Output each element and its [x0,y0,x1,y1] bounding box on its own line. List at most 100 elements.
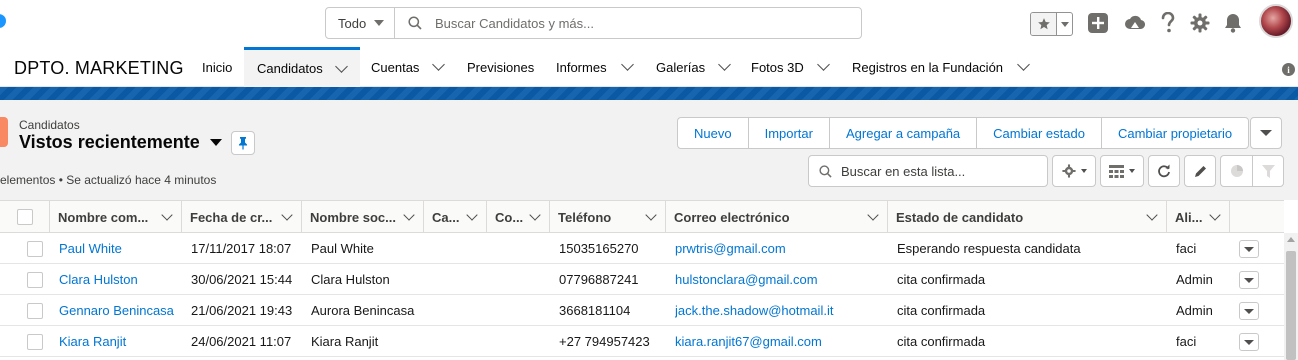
app-logo[interactable] [0,14,6,28]
list-settings-button[interactable] [1052,155,1096,187]
email-link[interactable]: kiara.ranjit67@gmail.com [675,326,885,357]
chevron-down-icon [1129,169,1135,173]
column-header-fecha[interactable]: Fecha de cr... [182,201,302,233]
setup-gear-icon[interactable] [1189,12,1211,34]
chevron-down-icon[interactable] [209,139,222,146]
chevron-down-icon[interactable] [867,208,879,221]
list-view-selector[interactable]: Vistos recientemente [19,132,222,153]
row-actions-button[interactable] [1239,271,1259,289]
nav-item-label: Informes [556,59,607,75]
email-link[interactable]: prwtris@gmail.com [675,233,885,264]
change-status-button[interactable]: Cambiar estado [977,118,1102,148]
chevron-down-icon[interactable] [466,208,478,221]
partner-name-cell: Kiara Ranjit [311,334,379,349]
column-header-co[interactable]: Co... [487,201,550,233]
column-header-estado[interactable]: Estado de candidato [888,201,1167,233]
filter-icon [1261,164,1275,178]
lead-name-link[interactable]: Gennaro Benincasa [59,295,179,326]
status-cell: cita confirmada [897,334,986,349]
table-scrollbar[interactable] [1284,233,1298,360]
display-as-button[interactable] [1100,155,1144,187]
nav-item-cuentas[interactable]: Cuentas [371,47,446,87]
column-header-telefono[interactable]: Teléfono [550,201,666,233]
chevron-down-icon[interactable] [1017,58,1030,71]
chevron-down-icon[interactable] [645,208,657,221]
partner-name-cell: Clara Hulston [311,272,390,287]
chevron-down-icon[interactable] [281,208,293,221]
notifications-bell-icon[interactable] [1222,12,1244,34]
nav-item-candidatos[interactable]: Candidatos [244,47,360,87]
nav-item-registros-fundacion[interactable]: Registros en la Fundación [852,47,1030,87]
chevron-down-icon[interactable] [334,59,348,73]
alias-cell: Admin [1176,303,1213,318]
records-table: Nombre com... Fecha de cr... Nombre soc.… [0,200,1298,360]
co-cell [496,264,546,295]
nav-item-galerias[interactable]: Galerías [656,47,732,87]
table-row[interactable]: Clara Hulston 30/06/2021 15:44 Clara Hul… [0,264,1284,295]
global-search-input[interactable] [435,8,855,38]
email-link[interactable]: hulstonclara@gmail.com [675,264,885,295]
info-icon[interactable]: i [1282,63,1295,76]
chevron-down-icon[interactable] [1146,208,1158,221]
table-row[interactable]: Paul White 17/11/2017 18:07 Paul White 1… [0,233,1284,264]
list-meta: elementos • Se actualizó hace 4 minutos [0,173,217,187]
search-scope-dropdown[interactable]: Todo [326,8,395,38]
row-checkbox[interactable] [27,333,43,350]
pin-icon[interactable] [231,131,255,155]
nav-item-inicio[interactable]: Inicio [202,47,232,87]
list-search-input[interactable] [841,163,1041,179]
inline-edit-button[interactable] [1184,155,1216,187]
lead-name-link[interactable]: Kiara Ranjit [59,326,179,357]
select-all-checkbox[interactable] [16,209,33,225]
lead-name-link[interactable]: Clara Hulston [59,264,179,295]
chevron-down-icon[interactable] [620,58,634,71]
chevron-down-icon[interactable] [432,58,446,71]
chevron-down-icon[interactable] [1209,208,1221,221]
scrollbar-thumb[interactable] [1286,251,1296,360]
row-actions-button[interactable] [1239,240,1259,258]
table-row[interactable]: Kiara Ranjit 24/06/2021 11:07 Kiara Ranj… [0,326,1284,357]
nav-item-previsiones[interactable]: Previsiones [467,47,534,87]
row-checkbox[interactable] [27,240,43,257]
chevron-down-icon[interactable] [403,208,415,221]
scroll-up-arrow-icon[interactable] [1287,237,1295,242]
row-actions-button[interactable] [1239,333,1259,351]
nav-item-informes[interactable]: Informes [556,47,634,87]
co-cell [496,326,546,357]
global-add-icon[interactable] [1087,12,1109,34]
column-header-nombre[interactable]: Nombre com... [50,201,182,233]
chart-icon [1230,165,1243,177]
help-icon[interactable] [1157,12,1179,34]
nav-item-fotos-3d[interactable]: Fotos 3D [751,47,830,87]
column-header-correo[interactable]: Correo electrónico [666,201,888,233]
column-header-alias[interactable]: Ali... [1167,201,1230,233]
add-to-campaign-button[interactable]: Agregar a campaña [830,118,978,148]
column-header-nombre-socio[interactable]: Nombre soc... [302,201,424,233]
favorites-star-icon[interactable] [1031,13,1057,35]
chevron-down-icon[interactable] [816,58,830,71]
email-link[interactable]: jack.the.shadow@hotmail.it [675,295,885,326]
chevron-down-icon[interactable] [718,58,732,71]
trailhead-icon[interactable] [1124,12,1146,34]
column-header-ca[interactable]: Ca... [424,201,487,233]
alias-cell: Admin [1176,272,1213,287]
app-navigation: DPTO. MARKETING Inicio Candidatos Cuenta… [0,47,1298,87]
change-owner-button[interactable]: Cambiar propietario [1102,118,1248,148]
new-button[interactable]: Nuevo [678,118,749,148]
favorites-dropdown-icon[interactable] [1057,13,1072,35]
filter-button[interactable] [1252,155,1284,187]
lead-name-link[interactable]: Paul White [59,233,179,264]
row-checkbox[interactable] [27,302,43,319]
import-button[interactable]: Importar [749,118,830,148]
avatar[interactable] [1259,4,1293,38]
charts-button[interactable] [1220,155,1252,187]
alias-cell: faci [1176,334,1197,349]
row-actions-button[interactable] [1239,302,1259,320]
table-row[interactable]: Gennaro Benincasa 21/06/2021 19:43 Auror… [0,295,1284,326]
chevron-down-icon[interactable] [161,208,173,221]
row-checkbox[interactable] [27,271,43,288]
chevron-down-icon[interactable] [529,208,541,221]
more-actions-button[interactable] [1250,117,1282,149]
refresh-button[interactable] [1148,155,1180,187]
chevron-down-icon [1244,339,1254,345]
